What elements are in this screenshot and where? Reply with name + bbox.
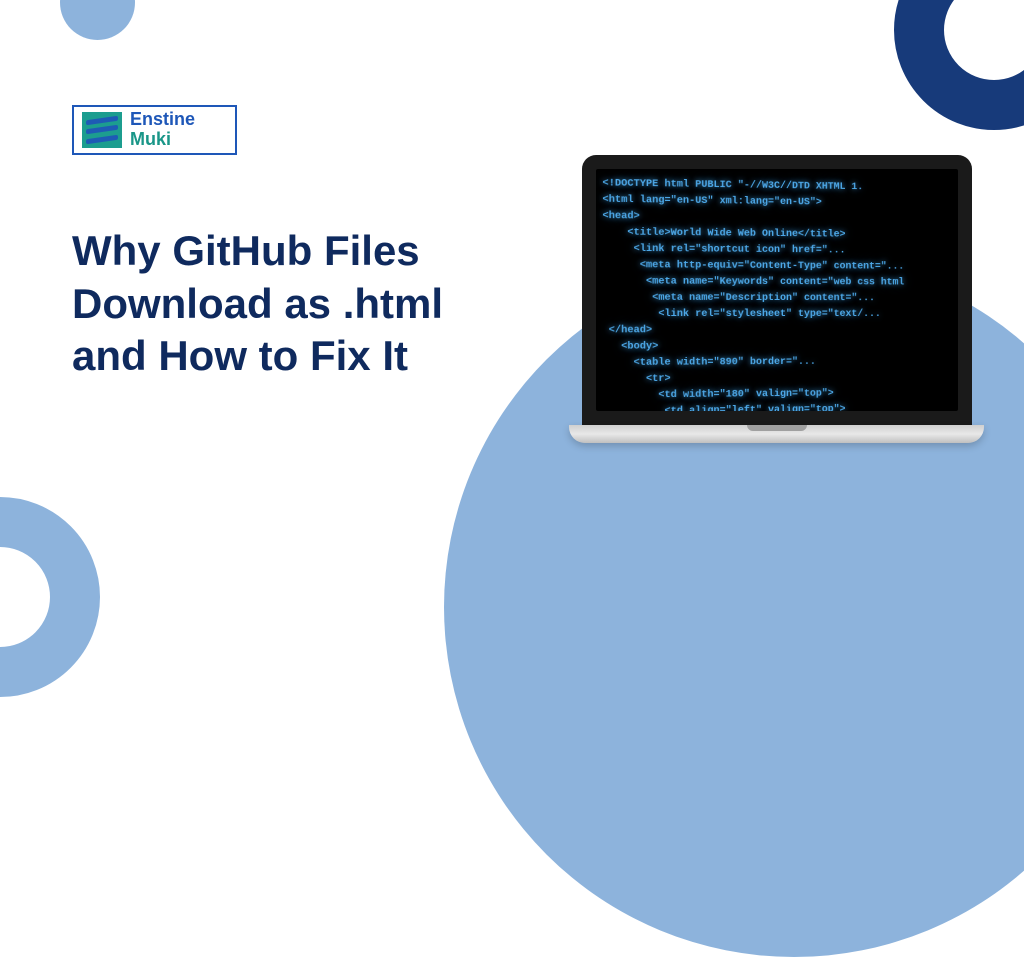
logo-icon — [82, 112, 122, 148]
laptop-illustration: <!DOCTYPE html PUBLIC "-//W3C//DTD XHTML… — [569, 155, 984, 450]
laptop-base — [569, 425, 984, 443]
logo-text: Enstine Muki — [130, 110, 195, 150]
logo: Enstine Muki — [72, 105, 237, 155]
page-headline: Why GitHub Files Download as .html and H… — [72, 225, 502, 383]
code-snippet: <!DOCTYPE html PUBLIC "-//W3C//DTD XHTML… — [602, 176, 954, 411]
decoration-ring-bottom-left — [0, 497, 100, 697]
laptop-notch — [747, 425, 807, 431]
laptop-display: <!DOCTYPE html PUBLIC "-//W3C//DTD XHTML… — [596, 169, 958, 411]
logo-text-top: Enstine — [130, 110, 195, 130]
logo-text-bottom: Muki — [130, 130, 195, 150]
decoration-circle-top-left — [60, 0, 135, 40]
laptop-screen: <!DOCTYPE html PUBLIC "-//W3C//DTD XHTML… — [582, 155, 972, 425]
decoration-ring-top-right — [894, 0, 1024, 130]
